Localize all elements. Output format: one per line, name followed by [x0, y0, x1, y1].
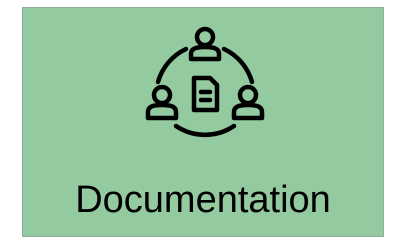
- tile-label: Documentation: [75, 179, 331, 221]
- top-person-icon: [188, 26, 222, 62]
- team-collaboration-document-icon: [145, 26, 265, 138]
- right-person-icon: [231, 84, 265, 121]
- left-person-icon: [145, 84, 179, 121]
- document-icon: [191, 75, 220, 113]
- documentation-tile[interactable]: Documentation: [22, 7, 384, 237]
